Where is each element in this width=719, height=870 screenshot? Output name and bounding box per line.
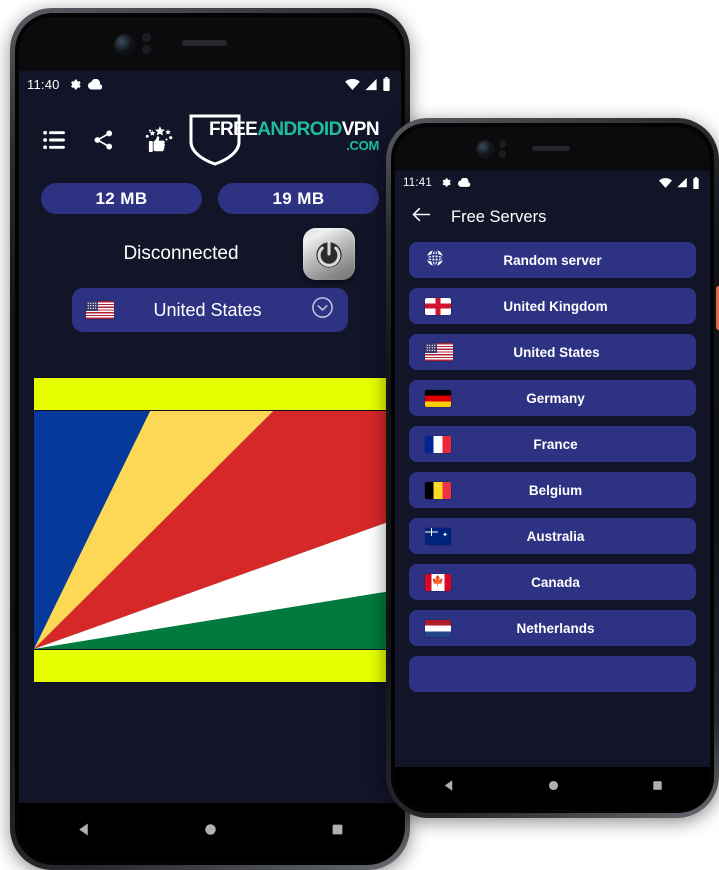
list-item[interactable]: Germany (409, 380, 696, 416)
phone-device-secondary: 11:41 Free Servers Random server United … (386, 118, 719, 818)
front-camera-icon (477, 141, 493, 157)
status-bar-clock: 11:40 (27, 76, 60, 92)
country-selector-row: United States (19, 278, 401, 332)
ad-banner-bottom-bar (34, 650, 386, 682)
traffic-stats-row: 12 MB 19 MB (19, 169, 401, 214)
cloud-icon (87, 78, 103, 90)
light-sensor-icon (499, 150, 506, 158)
server-name: United Kingdom (503, 298, 608, 314)
proximity-sensor-icon (142, 33, 151, 42)
list-item-partial[interactable] (409, 656, 696, 692)
phone2-screen-area: 11:41 Free Servers Random server United … (395, 127, 710, 809)
phone1-top-bezel (19, 17, 401, 71)
phone1-inner-bezel: 11:40 FREEANDROIDVPN .COM 12 MB 19 MB Di… (15, 13, 405, 865)
download-traffic-pill[interactable]: 12 MB (41, 183, 202, 214)
france-flag-icon (425, 435, 451, 453)
server-name: Canada (531, 574, 580, 590)
phone1-screen: 11:40 FREEANDROIDVPN .COM 12 MB 19 MB Di… (19, 71, 401, 803)
brand-logo: FREEANDROIDVPN .COM (187, 112, 383, 173)
rate-us-thumbs-up-icon[interactable] (142, 125, 176, 160)
cellular-signal-icon (364, 78, 378, 91)
canada-flag-icon (425, 573, 451, 591)
free-servers-screen: 11:41 Free Servers Random server United … (395, 171, 710, 767)
cloud-icon (457, 178, 471, 187)
phone2-status-bar: 11:41 (395, 171, 710, 194)
light-sensor-icon (142, 45, 151, 54)
list-item[interactable]: Random server (409, 242, 696, 278)
server-list[interactable]: Random server United Kingdom United Stat… (395, 238, 710, 767)
seychelles-flag-image (34, 410, 386, 650)
netherlands-flag-icon (425, 619, 451, 637)
free-servers-app-bar: Free Servers (395, 194, 710, 238)
phone1-screen-area: 11:40 FREEANDROIDVPN .COM 12 MB 19 MB Di… (19, 17, 401, 861)
logo-part-android: ANDROID (257, 118, 342, 140)
selected-country-label: United States (153, 299, 262, 320)
battery-icon (382, 77, 391, 91)
page-title: Free Servers (451, 207, 547, 226)
proximity-sensor-icon (499, 140, 506, 148)
list-item[interactable]: United States (409, 334, 696, 370)
phone2-top-bezel (395, 127, 710, 171)
connection-status-row: Disconnected (19, 214, 401, 280)
status-bar-clock: 11:41 (403, 176, 432, 189)
logo-part-free: FREE (208, 118, 258, 140)
phone1-navigation-bar (19, 803, 401, 861)
list-item[interactable]: Australia (409, 518, 696, 554)
connection-status-text: Disconnected (123, 243, 239, 264)
earpiece-speaker (182, 40, 227, 46)
list-item[interactable]: Netherlands (409, 610, 696, 646)
server-name: Netherlands (516, 620, 595, 636)
chevron-down-circle-icon[interactable] (311, 296, 334, 324)
nav-back-button[interactable] (75, 821, 92, 843)
phone-device-primary: 11:40 FREEANDROIDVPN .COM 12 MB 19 MB Di… (10, 8, 410, 870)
us-flag-icon (425, 343, 453, 361)
phone1-status-bar: 11:40 (19, 71, 401, 97)
nav-recents-button[interactable] (330, 822, 345, 842)
uk-flag-icon (425, 297, 451, 315)
server-name: Australia (526, 528, 585, 544)
nav-home-button[interactable] (547, 779, 560, 797)
list-item[interactable]: Belgium (409, 472, 696, 508)
cellular-signal-icon (676, 177, 688, 188)
ad-banner-top-bar (34, 378, 386, 410)
country-selector-button[interactable]: United States (72, 288, 348, 332)
list-item[interactable]: United Kingdom (409, 288, 696, 324)
share-icon[interactable] (93, 129, 114, 156)
wifi-icon (345, 78, 360, 90)
server-name: Germany (526, 390, 585, 406)
screenshot-canvas: 11:40 FREEANDROIDVPN .COM 12 MB 19 MB Di… (0, 0, 719, 870)
battery-icon (692, 176, 700, 189)
list-item[interactable]: Canada (409, 564, 696, 600)
us-flag-icon (86, 301, 114, 319)
server-name: United States (513, 344, 600, 360)
gear-icon (440, 177, 451, 188)
wifi-icon (659, 177, 672, 188)
phone2-screen: 11:41 Free Servers Random server United … (395, 171, 710, 767)
nav-recents-button[interactable] (651, 779, 664, 797)
phone2-navigation-bar (395, 767, 710, 809)
belgium-flag-icon (425, 481, 451, 499)
server-name: Belgium (528, 482, 583, 498)
server-name: Random server (503, 252, 602, 268)
ad-banner[interactable] (33, 377, 387, 683)
list-item[interactable]: France (409, 426, 696, 462)
logo-part-vpn: VPN (341, 118, 380, 140)
vpn-app-home: 11:40 FREEANDROIDVPN .COM 12 MB 19 MB Di… (19, 71, 401, 803)
back-arrow-icon[interactable] (411, 206, 431, 228)
globe-icon (425, 248, 445, 273)
app-toolbar: FREEANDROIDVPN .COM (19, 97, 401, 169)
menu-list-icon[interactable] (43, 130, 65, 155)
front-camera-icon (115, 35, 134, 54)
power-toggle-button[interactable] (303, 228, 355, 280)
nav-back-button[interactable] (441, 778, 456, 798)
nav-home-button[interactable] (203, 822, 218, 842)
phone2-inner-bezel: 11:41 Free Servers Random server United … (391, 123, 714, 813)
server-name: France (533, 436, 578, 452)
germany-flag-icon (425, 389, 451, 407)
logo-part-com: .COM (346, 137, 379, 153)
australia-flag-icon (425, 527, 451, 545)
upload-traffic-pill[interactable]: 19 MB (218, 183, 379, 214)
earpiece-speaker (532, 146, 570, 151)
gear-icon (68, 78, 81, 91)
